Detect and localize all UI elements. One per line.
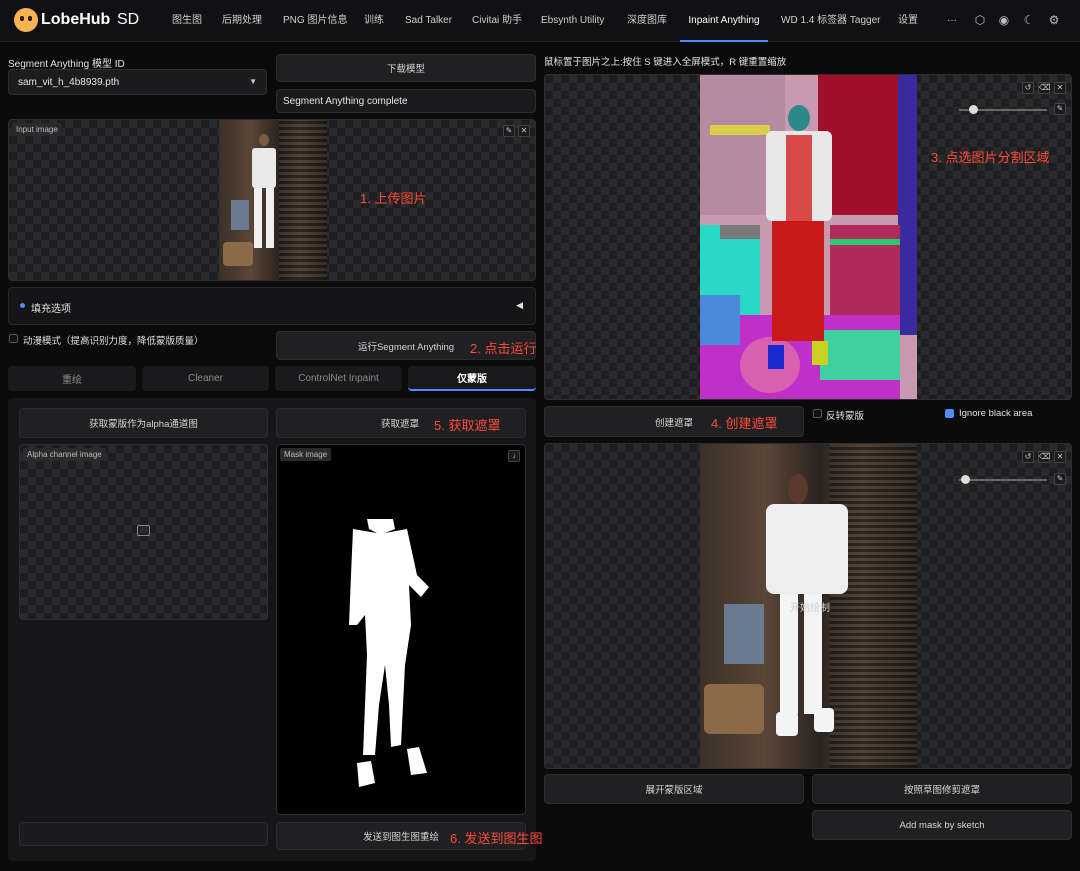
annotation-create-mask: 4. 创建遮罩 bbox=[711, 416, 778, 431]
tab-train[interactable]: 训练 bbox=[364, 0, 384, 42]
annotation-upload: 1. 上传图片 bbox=[360, 191, 427, 206]
sketch-canvas[interactable]: ↺ ⌫ ✕ ✎ 开始绘制 bbox=[544, 443, 1072, 769]
tab-sad-talker[interactable]: Sad Talker bbox=[405, 0, 452, 42]
mask-image-tag: Mask image bbox=[280, 448, 332, 461]
alpha-channel-panel[interactable]: Alpha channel image bbox=[19, 444, 268, 620]
tab-inpaint-anything[interactable]: Inpaint Anything bbox=[680, 0, 768, 42]
model-select[interactable]: sam_vit_h_4b8939.pth ▼ bbox=[8, 69, 267, 95]
input-image-panel[interactable]: Input image ✎ ✕ bbox=[8, 119, 536, 281]
ignore-black-checkbox[interactable] bbox=[945, 409, 954, 418]
sketch-photo: 开始绘制 bbox=[700, 444, 917, 768]
status-textbox: Segment Anything complete bbox=[276, 89, 536, 113]
brand-suffix: SD bbox=[117, 11, 140, 28]
chevron-down-icon: ▼ bbox=[249, 77, 257, 86]
hint-text: 鼠标置于图片之上:按住 S 键进入全屏模式，R 键重置缩放 bbox=[544, 57, 787, 68]
anime-mode-label: 动漫模式（提高识别力度，降低蒙版质量） bbox=[23, 336, 204, 347]
tab-more[interactable]: ··· bbox=[947, 0, 957, 42]
edit-icon[interactable]: ✎ bbox=[503, 125, 515, 137]
moon-icon[interactable]: ☾ bbox=[1022, 13, 1036, 27]
annotation-send: 6. 发送到图生图 bbox=[450, 831, 543, 846]
tab-postprocess[interactable]: 后期处理 bbox=[222, 0, 262, 42]
brush-icon[interactable]: ✎ bbox=[1054, 103, 1066, 115]
close-icon[interactable]: ✕ bbox=[1054, 82, 1066, 94]
tab-ebsynth[interactable]: Ebsynth Utility bbox=[541, 0, 604, 42]
image-placeholder-icon bbox=[137, 525, 150, 536]
input-image-tag: Input image bbox=[12, 123, 62, 136]
subtab-inpaint[interactable]: 重绘 bbox=[8, 366, 136, 391]
download-model-button[interactable]: 下载模型 bbox=[276, 54, 536, 82]
tab-img2img[interactable]: 图生图 bbox=[172, 0, 202, 42]
brand-name[interactable]: LobeHub bbox=[41, 11, 110, 29]
segmentation-canvas[interactable]: ↺ ⌫ ✕ ✎ 3. 点选图片分割区域 bbox=[544, 74, 1072, 400]
eraser-icon[interactable]: ⌫ bbox=[1038, 451, 1050, 463]
brush-size-slider[interactable] bbox=[959, 475, 1047, 484]
eraser-icon[interactable]: ⌫ bbox=[1038, 82, 1050, 94]
trim-mask-button[interactable]: 按照草图修剪遮罩 bbox=[812, 774, 1072, 804]
model-select-value: sam_vit_h_4b8939.pth bbox=[18, 77, 120, 88]
tab-tagger[interactable]: WD 1.4 标签器 Tagger bbox=[781, 0, 880, 42]
close-icon[interactable]: ✕ bbox=[1054, 451, 1066, 463]
brush-size-slider[interactable] bbox=[959, 105, 1047, 114]
subtab-controlnet-inpaint[interactable]: ControlNet Inpaint bbox=[275, 366, 402, 391]
subtab-cleaner[interactable]: Cleaner bbox=[142, 366, 269, 391]
mask-silhouette bbox=[349, 519, 429, 787]
empty-button[interactable] bbox=[19, 822, 268, 846]
tab-settings[interactable]: 设置 bbox=[898, 0, 918, 42]
ignore-black-label: Ignore black area bbox=[959, 408, 1033, 419]
fill-options-accordion[interactable]: 填充选项 ◀ bbox=[8, 287, 536, 325]
github-icon[interactable]: ◉ bbox=[997, 13, 1011, 27]
brush-icon[interactable]: ✎ bbox=[1054, 473, 1066, 485]
model-label: Segment Anything 模型 ID bbox=[8, 59, 125, 70]
tab-civitai[interactable]: Civitai 助手 bbox=[472, 0, 522, 42]
gear-icon[interactable]: ⚙ bbox=[1047, 13, 1061, 27]
annotation-click-segment: 3. 点选图片分割区域 bbox=[931, 150, 1050, 165]
bullet-dot-icon bbox=[20, 303, 25, 308]
annotation-get-mask: 5. 获取遮罩 bbox=[434, 418, 501, 433]
annotation-run: 2. 点击运行 bbox=[470, 341, 537, 356]
subtab-mask-only[interactable]: 仅蒙版 bbox=[408, 366, 536, 391]
undo-icon[interactable]: ↺ bbox=[1022, 82, 1034, 94]
mask-image-panel[interactable]: Mask image ↓ bbox=[276, 444, 526, 815]
download-icon[interactable]: ↓ bbox=[508, 450, 520, 462]
hexagon-icon[interactable]: ⬡ bbox=[973, 13, 987, 27]
undo-icon[interactable]: ↺ bbox=[1022, 451, 1034, 463]
get-alpha-button[interactable]: 获取蒙版作为alpha通道图 bbox=[19, 408, 268, 438]
start-drawing-text: 开始绘制 bbox=[790, 603, 830, 614]
alpha-channel-tag: Alpha channel image bbox=[23, 448, 106, 461]
fill-options-label: 填充选项 bbox=[31, 304, 71, 315]
segmentation-map bbox=[700, 75, 917, 399]
expand-mask-button[interactable]: 展开蒙版区域 bbox=[544, 774, 804, 804]
collapse-triangle-icon: ◀ bbox=[516, 300, 523, 310]
invert-mask-checkbox[interactable] bbox=[813, 409, 822, 418]
tab-depth[interactable]: 深度图库 bbox=[627, 0, 667, 42]
invert-mask-label: 反转蒙版 bbox=[826, 411, 865, 422]
input-photo bbox=[219, 120, 327, 280]
tab-png-info[interactable]: PNG 图片信息 bbox=[283, 0, 347, 42]
close-icon[interactable]: ✕ bbox=[518, 125, 530, 137]
anime-mode-checkbox[interactable] bbox=[9, 334, 18, 343]
top-nav bbox=[0, 0, 1080, 42]
lobehub-logo-icon[interactable] bbox=[14, 8, 38, 32]
add-mask-sketch-button[interactable]: Add mask by sketch bbox=[812, 810, 1072, 840]
